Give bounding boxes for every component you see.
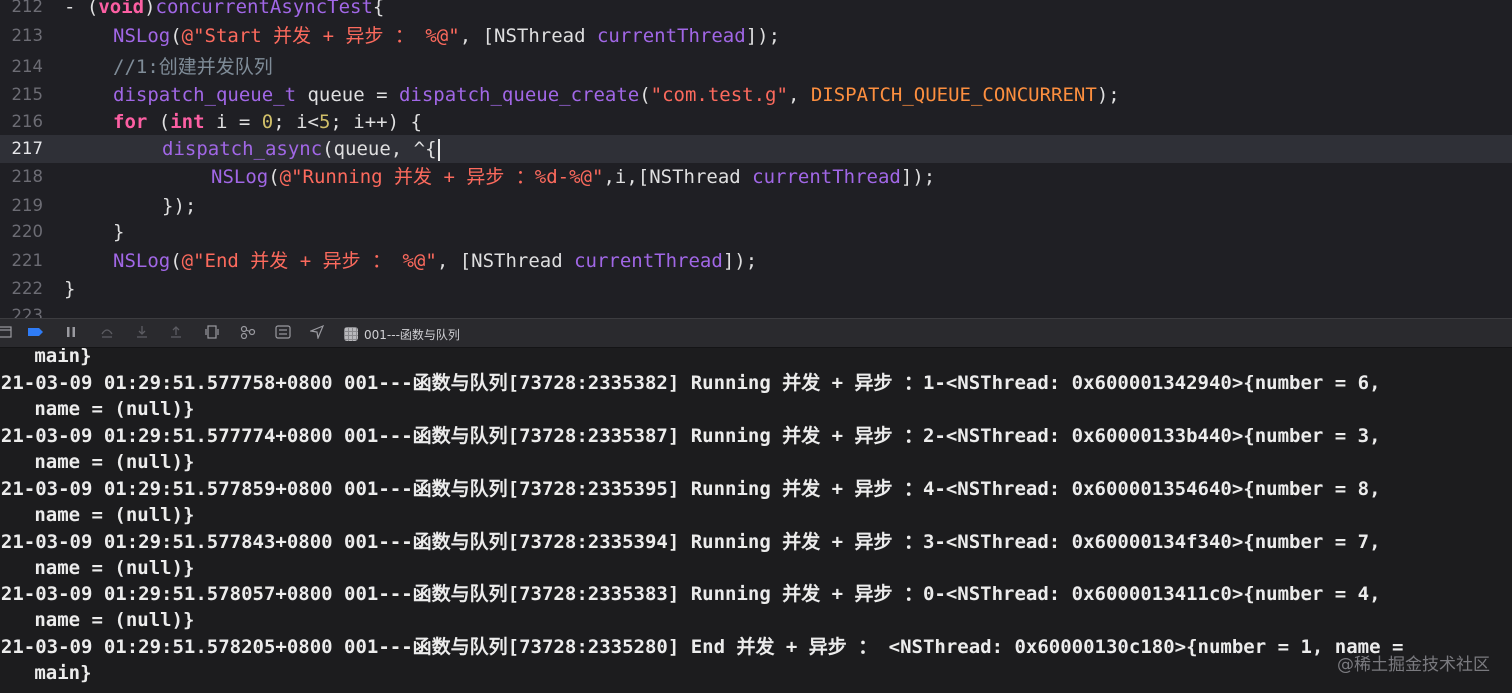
code-text: } [64,278,76,300]
code-line-216[interactable]: 216 for (int i = 0; i<5; i++) { [0,108,1512,136]
console-line: 2021-03-09 01:29:51.577843+0800 001---函数… [0,531,1381,553]
console-line: 2021-03-09 01:29:51.577758+0800 001---函数… [0,372,1381,394]
code-text: }); [162,195,197,217]
watermark: @稀土掘金技术社区 [1337,655,1490,675]
environment-overrides-icon[interactable] [274,325,292,343]
console-line: 2021-03-09 01:29:51.577859+0800 001---函数… [0,478,1381,500]
line-number: 222 [11,279,44,298]
code-comment: //1:创建并发队列 [113,56,273,78]
line-number: 215 [11,85,44,104]
breakpoint-icon[interactable] [27,325,45,343]
console-line: name = (null)} [0,504,195,526]
line-number: 221 [11,251,44,270]
console-line: main} [0,662,92,684]
pause-icon[interactable] [62,325,80,343]
target-label: 001---函数与队列 [364,327,460,342]
code-text: NSLog(@"End 并发 + 异步 ： %@", [NSThread cur… [113,250,758,272]
code-editor[interactable]: 212 - (void)concurrentAsyncTest{ 213 NSL… [0,0,1512,318]
console-line: name = (null)} [0,557,195,579]
code-line-215[interactable]: 215 dispatch_queue_t queue = dispatch_qu… [0,81,1512,109]
line-number: 214 [11,57,44,76]
code-text: NSLog(@"Running 并发 + 异步 ：%d-%@",i,[NSThr… [211,166,936,188]
console-line: name = (null)} [0,398,195,420]
text-caret [437,138,440,161]
console-line: 2021-03-09 01:29:51.578205+0800 001---函数… [0,636,1404,658]
memory-graph-icon[interactable] [239,325,257,343]
code-line-221[interactable]: 221 NSLog(@"End 并发 + 异步 ： %@", [NSThread… [0,247,1512,275]
code-line-213[interactable]: 213 NSLog(@"Start 并发 + 异步 ： %@", [NSThre… [0,22,1512,50]
line-number: 223 [11,306,44,318]
code-text: - (void)concurrentAsyncTest{ [64,0,385,18]
console-line: 2021-03-09 01:29:51.578057+0800 001---函数… [0,583,1381,605]
code-text: NSLog(@"Start 并发 + 异步 ： %@", [NSThread c… [113,25,781,47]
debug-target[interactable]: 001---函数与队列 [344,324,460,344]
line-number: 220 [11,222,44,241]
step-out-icon[interactable] [167,325,185,343]
view-debugger-icon[interactable] [203,325,221,343]
code-line-223[interactable]: 223 [0,302,1512,318]
console-line: 2021-03-09 01:29:51.577774+0800 001---函数… [0,425,1381,447]
code-line-214[interactable]: 214 //1:创建并发队列 [0,53,1512,81]
line-number: 219 [11,196,44,215]
console-line: main} [0,348,92,367]
console-line: name = (null)} [0,609,195,631]
app-icon [344,327,358,341]
code-line-218[interactable]: 218 NSLog(@"Running 并发 + 异步 ：%d-%@",i,[N… [0,163,1512,191]
code-line-212[interactable]: 212 - (void)concurrentAsyncTest{ [0,0,1512,21]
console-output[interactable]: main} 2021-03-09 01:29:51.577758+0800 00… [0,348,1512,693]
code-line-220[interactable]: 220 } [0,218,1512,246]
line-number: 217 [11,139,44,158]
line-number: 218 [11,167,44,186]
code-text: dispatch_async(queue, ^{ [162,135,440,163]
debug-bar: 001---函数与队列 [0,318,1512,348]
line-number: 213 [11,26,44,45]
hide-panel-icon[interactable] [0,325,14,343]
code-text: dispatch_queue_t queue = dispatch_queue_… [113,84,1120,106]
code-text: for (int i = 0; i<5; i++) { [113,111,422,133]
code-line-217-current[interactable]: 217 dispatch_async(queue, ^{ [0,135,1512,163]
line-number: 212 [11,0,44,16]
code-line-222[interactable]: 222 } [0,275,1512,303]
console-line: name = (null)} [0,451,195,473]
step-over-icon[interactable] [98,325,116,343]
line-number: 216 [11,112,44,131]
code-text: } [113,221,125,243]
code-line-219[interactable]: 219 }); [0,192,1512,220]
location-icon[interactable] [308,324,326,343]
step-into-icon[interactable] [133,325,151,343]
